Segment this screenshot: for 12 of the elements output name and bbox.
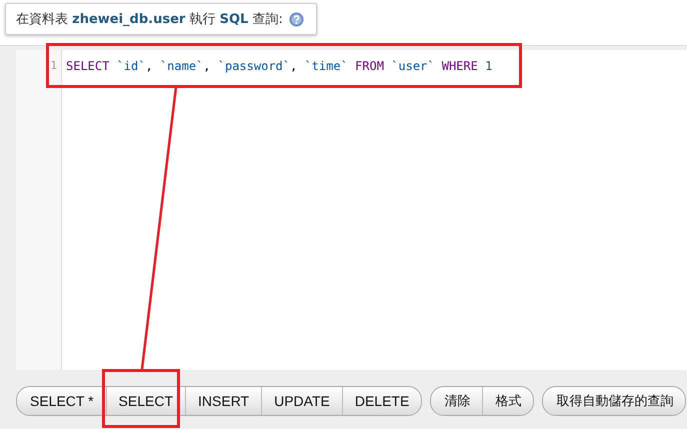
line-number: 1 [50, 58, 58, 74]
query-button[interactable]: 取得自動儲存的查詢 [543, 387, 686, 415]
query-button[interactable]: DELETE [342, 387, 422, 415]
code-line: SELECT `id`, `name`, `password`, `time` FROM `user` WHERE 1 [66, 58, 492, 74]
sql-editor[interactable]: 1 SELECT `id`, `name`, `password`, `time` FROM `user` WHERE 1 [16, 50, 687, 370]
query-button[interactable]: SELECT [106, 387, 186, 415]
query-button[interactable]: UPDATE [261, 387, 342, 415]
query-button[interactable]: 格式 [482, 387, 534, 415]
query-button[interactable]: SELECT * [17, 387, 106, 415]
query-button[interactable]: 清除 [431, 387, 482, 415]
query-button[interactable]: INSERT [185, 387, 262, 415]
query-heading: 在資料表 zhewei_db.user 執行 SQL 查詢: [16, 11, 283, 28]
